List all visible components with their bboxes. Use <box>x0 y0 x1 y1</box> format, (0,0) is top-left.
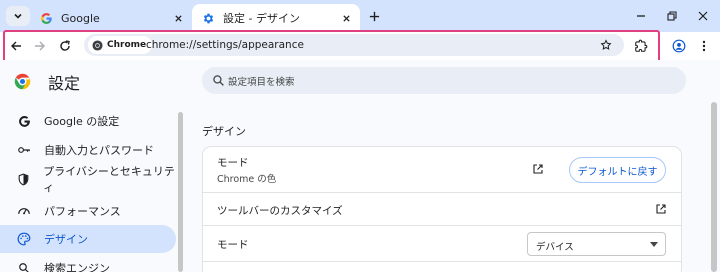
site-info-chip[interactable]: Chrome <box>88 36 153 54</box>
speedometer-icon <box>17 204 31 218</box>
theme-row-sublabel: Chrome の色 <box>217 174 277 185</box>
main-scrollbar[interactable] <box>711 102 717 272</box>
tab-google[interactable]: Google <box>30 4 192 32</box>
chrome-logo-icon <box>14 73 31 90</box>
mode-row: モード デバイス <box>203 226 681 262</box>
search-placeholder: 設定項目を検索 <box>228 77 295 88</box>
reload-icon <box>60 40 70 51</box>
more-vert-icon <box>702 40 706 52</box>
caret-down-icon <box>650 242 658 247</box>
tab-strip: Google 設定 - デザイン <box>0 0 720 32</box>
tab-search-button[interactable] <box>6 6 30 26</box>
google-g-icon <box>39 11 53 25</box>
plus-icon <box>369 11 379 21</box>
close-icon <box>698 11 708 21</box>
settings-sidebar: Google の設定 自動入力とパスワード プライバシーとセキュリティ パフォー… <box>0 102 190 272</box>
settings-search-input[interactable]: 設定項目を検索 <box>202 67 686 94</box>
mode-select-value: デバイス <box>536 242 574 253</box>
theme-row[interactable]: モード Chrome の色 デフォルトに戻す <box>203 147 681 193</box>
sidebar-item-autofill[interactable]: 自動入力とパスワード <box>0 136 176 164</box>
url-text[interactable]: chrome://settings/appearance <box>146 39 304 51</box>
close-icon[interactable] <box>338 10 354 26</box>
bookmark-star-icon[interactable] <box>598 37 614 53</box>
open-in-new-icon[interactable] <box>654 202 668 216</box>
toolbar-customize-row[interactable]: ツールバーのカスタマイズ <box>203 193 681 226</box>
sidebar-item-design[interactable]: デザイン <box>0 225 176 253</box>
menu-button[interactable] <box>694 36 714 56</box>
open-in-new-icon[interactable] <box>531 162 545 176</box>
section-title: デザイン <box>202 125 246 138</box>
sidebar-item-label: 検索エンジン <box>44 262 110 272</box>
reload-button[interactable] <box>55 36 75 56</box>
puzzle-icon <box>635 39 648 52</box>
sidebar-item-privacy[interactable]: プライバシーとセキュリティ <box>0 165 176 194</box>
minimize-button[interactable] <box>631 6 651 26</box>
google-g-icon <box>17 114 31 128</box>
forward-button[interactable] <box>30 36 50 56</box>
new-tab-button[interactable] <box>364 6 384 26</box>
sidebar-item-google[interactable]: Google の設定 <box>0 107 176 135</box>
tab-settings-design[interactable]: 設定 - デザイン <box>192 4 360 32</box>
profile-button[interactable] <box>669 36 689 56</box>
close-icon[interactable] <box>170 10 186 26</box>
arrow-left-icon <box>11 41 21 51</box>
mode-select[interactable]: デバイス <box>527 232 666 256</box>
toolbar-customize-label: ツールバーのカスタマイズ <box>217 205 343 217</box>
sidebar-item-label: 自動入力とパスワード <box>44 144 154 157</box>
shield-icon <box>17 172 30 186</box>
chevron-down-icon <box>14 13 22 19</box>
search-icon <box>17 261 31 272</box>
site-chip-label: Chrome <box>107 40 147 50</box>
sidebar-item-search-engine[interactable]: 検索エンジン <box>0 254 176 272</box>
avatar-icon <box>672 39 686 53</box>
extensions-button[interactable] <box>631 36 651 56</box>
restore-icon <box>667 11 677 21</box>
key-icon <box>17 143 31 157</box>
theme-row-label: モード <box>217 157 249 169</box>
mode-row-label: モード <box>217 239 249 251</box>
sidebar-item-label: デザイン <box>44 233 88 246</box>
sidebar-item-label: Google の設定 <box>44 115 120 128</box>
minimize-icon <box>637 15 645 17</box>
gear-icon <box>201 11 215 25</box>
sidebar-item-label: パフォーマンス <box>44 205 121 218</box>
settings-header: 設定 設定項目を検索 <box>0 60 720 102</box>
reset-to-default-button[interactable]: デフォルトに戻す <box>569 157 666 183</box>
page-title: 設定 <box>48 74 81 93</box>
appearance-card: モード Chrome の色 デフォルトに戻す ツールバーのカスタマイズ モード … <box>203 147 681 272</box>
search-icon <box>213 75 224 86</box>
palette-icon <box>17 232 31 246</box>
arrow-right-icon <box>35 41 45 51</box>
sidebar-scrollbar[interactable] <box>178 112 183 272</box>
address-bar[interactable]: Chrome chrome://settings/appearance <box>84 34 624 56</box>
close-window-button[interactable] <box>693 6 713 26</box>
sidebar-item-performance[interactable]: パフォーマンス <box>0 197 176 225</box>
chrome-icon <box>92 39 103 51</box>
restore-button[interactable] <box>662 6 682 26</box>
back-button[interactable] <box>6 36 26 56</box>
tab-title: Google <box>61 11 100 25</box>
sidebar-item-label: プライバシーとセキュリティ <box>43 165 175 194</box>
tab-title: 設定 - デザイン <box>223 12 300 25</box>
